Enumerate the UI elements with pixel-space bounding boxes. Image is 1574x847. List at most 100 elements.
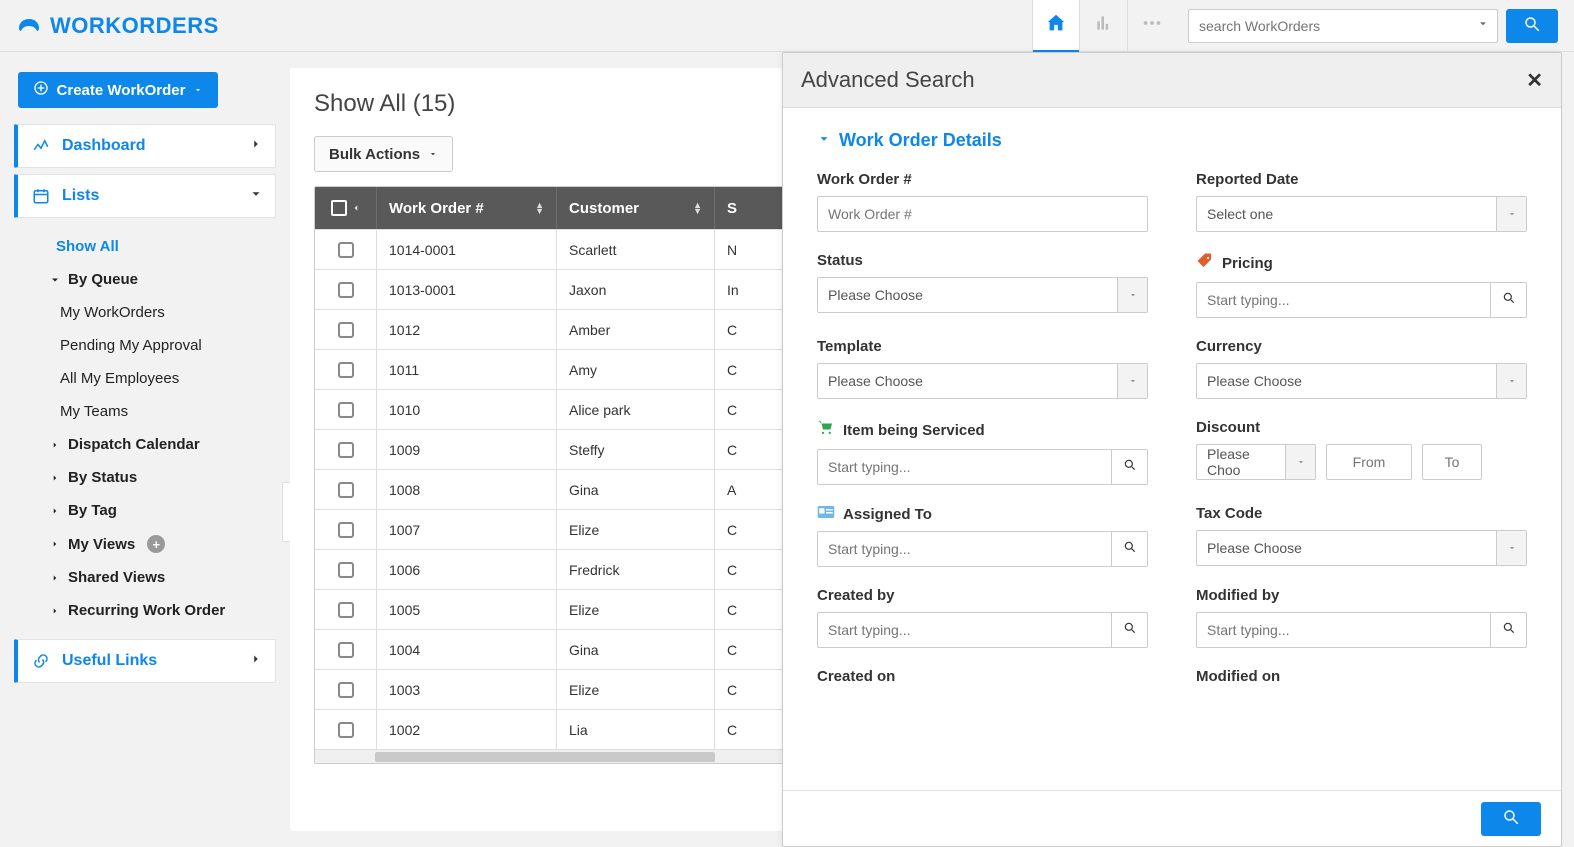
sidebar-item-all-employees[interactable]: All My Employees: [20, 362, 276, 395]
cell-workorder: 1003: [377, 670, 557, 709]
select-all-checkbox[interactable]: [331, 200, 347, 216]
row-checkbox[interactable]: [338, 642, 354, 658]
discount-from-input[interactable]: [1326, 444, 1412, 480]
row-checkbox[interactable]: [338, 442, 354, 458]
item-lookup-button[interactable]: [1112, 449, 1148, 485]
header-workorder[interactable]: Work Order # ▲▼: [377, 187, 557, 229]
sidebar-lists-label: Lists: [62, 187, 99, 205]
reports-tab[interactable]: [1080, 0, 1128, 52]
sidebar-item-my-views[interactable]: My Views +: [20, 527, 276, 561]
home-tab[interactable]: [1032, 0, 1080, 52]
row-checkbox[interactable]: [338, 482, 354, 498]
select-reported-date-value: Select one: [1197, 206, 1496, 222]
input-pricing: [1196, 282, 1527, 318]
search-icon: [1523, 15, 1541, 36]
cell-workorder: 1004: [377, 630, 557, 669]
bulk-actions-button[interactable]: Bulk Actions: [314, 136, 453, 172]
cell-customer: Scarlett: [557, 230, 715, 269]
row-checkbox[interactable]: [338, 242, 354, 258]
input-workorder-number[interactable]: [817, 196, 1148, 232]
row-checkbox[interactable]: [338, 722, 354, 738]
sidebar-item-by-status[interactable]: By Status: [20, 461, 276, 494]
row-checkbox[interactable]: [338, 562, 354, 578]
caret-down-icon: [193, 82, 203, 99]
recurring-label: Recurring Work Order: [68, 602, 225, 619]
sidebar-item-pending-approval[interactable]: Pending My Approval: [20, 329, 276, 362]
row-checkbox[interactable]: [338, 522, 354, 538]
caret-down-icon: [1496, 197, 1526, 231]
sidebar-item-recurring[interactable]: Recurring Work Order: [20, 594, 276, 627]
sidebar-item-dashboard[interactable]: Dashboard: [14, 124, 276, 168]
select-status[interactable]: Please Choose: [817, 277, 1148, 313]
row-checkbox[interactable]: [338, 282, 354, 298]
sidebar-item-show-all[interactable]: Show All: [20, 230, 276, 263]
scrollbar-thumb[interactable]: [375, 752, 715, 762]
discount-row: Please Choo: [1196, 444, 1527, 480]
select-tax-code-value: Please Choose: [1197, 540, 1496, 556]
close-button[interactable]: ✕: [1526, 68, 1543, 93]
row-checkbox-cell: [315, 430, 377, 469]
row-checkbox[interactable]: [338, 402, 354, 418]
section-workorder-details[interactable]: Work Order Details: [817, 130, 1527, 151]
assigned-to-input[interactable]: [817, 531, 1112, 567]
select-template-value: Please Choose: [818, 373, 1117, 389]
label-created-by: Created by: [817, 587, 1148, 604]
select-currency[interactable]: Please Choose: [1196, 363, 1527, 399]
field-template: Template Please Choose: [817, 338, 1148, 399]
caret-down-icon: [428, 146, 438, 163]
assigned-lookup-button[interactable]: [1112, 531, 1148, 567]
queue-items: My WorkOrders Pending My Approval All My…: [20, 296, 276, 428]
created-by-input[interactable]: [817, 612, 1112, 648]
cell-customer: Amy: [557, 350, 715, 389]
search-input[interactable]: [1188, 9, 1498, 43]
row-checkbox[interactable]: [338, 682, 354, 698]
sidebar-item-my-workorders[interactable]: My WorkOrders: [20, 296, 276, 329]
search-field: [1188, 9, 1498, 43]
row-checkbox[interactable]: [338, 322, 354, 338]
sidebar-item-by-queue[interactable]: By Queue: [20, 263, 276, 296]
cell-workorder: 1011: [377, 350, 557, 389]
more-menu[interactable]: [1128, 0, 1176, 52]
search-button[interactable]: [1506, 9, 1558, 43]
sidebar-dashboard-label: Dashboard: [62, 137, 146, 155]
sidebar-item-shared-views[interactable]: Shared Views: [20, 561, 276, 594]
created-by-lookup-button[interactable]: [1112, 612, 1148, 648]
modified-by-input[interactable]: [1196, 612, 1491, 648]
label-created-on: Created on: [817, 668, 1148, 685]
advanced-search-footer: [783, 790, 1561, 846]
select-discount-value: Please Choo: [1197, 446, 1285, 478]
row-checkbox[interactable]: [338, 362, 354, 378]
sidebar-item-useful-links[interactable]: Useful Links: [14, 639, 276, 683]
add-view-button[interactable]: +: [147, 535, 165, 553]
top-header: WORKORDERS: [0, 0, 1574, 52]
select-discount-type[interactable]: Please Choo: [1196, 444, 1316, 480]
section-title-label: Work Order Details: [839, 130, 1002, 151]
sidebar-item-lists[interactable]: Lists: [14, 174, 276, 218]
calendar-icon: [30, 187, 52, 205]
label-discount: Discount: [1196, 419, 1527, 436]
select-reported-date[interactable]: Select one: [1196, 196, 1527, 232]
pricing-input[interactable]: [1196, 282, 1491, 318]
select-tax-code[interactable]: Please Choose: [1196, 530, 1527, 566]
chevron-right-icon: [48, 573, 62, 583]
sidebar-item-by-tag[interactable]: By Tag: [20, 494, 276, 527]
chevron-left-icon[interactable]: [351, 200, 361, 217]
sidebar-item-dispatch-calendar[interactable]: Dispatch Calendar: [20, 428, 276, 461]
input-item-serviced: [817, 449, 1148, 485]
chevron-down-icon: [817, 130, 831, 151]
field-created-by: Created by: [817, 587, 1148, 648]
cell-customer: Gina: [557, 630, 715, 669]
modified-by-lookup-button[interactable]: [1491, 612, 1527, 648]
pricing-lookup-button[interactable]: [1491, 282, 1527, 318]
advanced-search-submit-button[interactable]: [1481, 802, 1541, 836]
item-input[interactable]: [817, 449, 1112, 485]
label-tax-code: Tax Code: [1196, 505, 1527, 522]
sidebar-item-my-teams[interactable]: My Teams: [20, 395, 276, 428]
caret-down-icon: [1117, 278, 1147, 312]
select-template[interactable]: Please Choose: [817, 363, 1148, 399]
discount-to-input[interactable]: [1422, 444, 1482, 480]
create-workorder-button[interactable]: Create WorkOrder: [18, 72, 218, 108]
row-checkbox[interactable]: [338, 602, 354, 618]
header-customer[interactable]: Customer ▲▼: [557, 187, 715, 229]
label-assigned-text: Assigned To: [843, 506, 932, 523]
